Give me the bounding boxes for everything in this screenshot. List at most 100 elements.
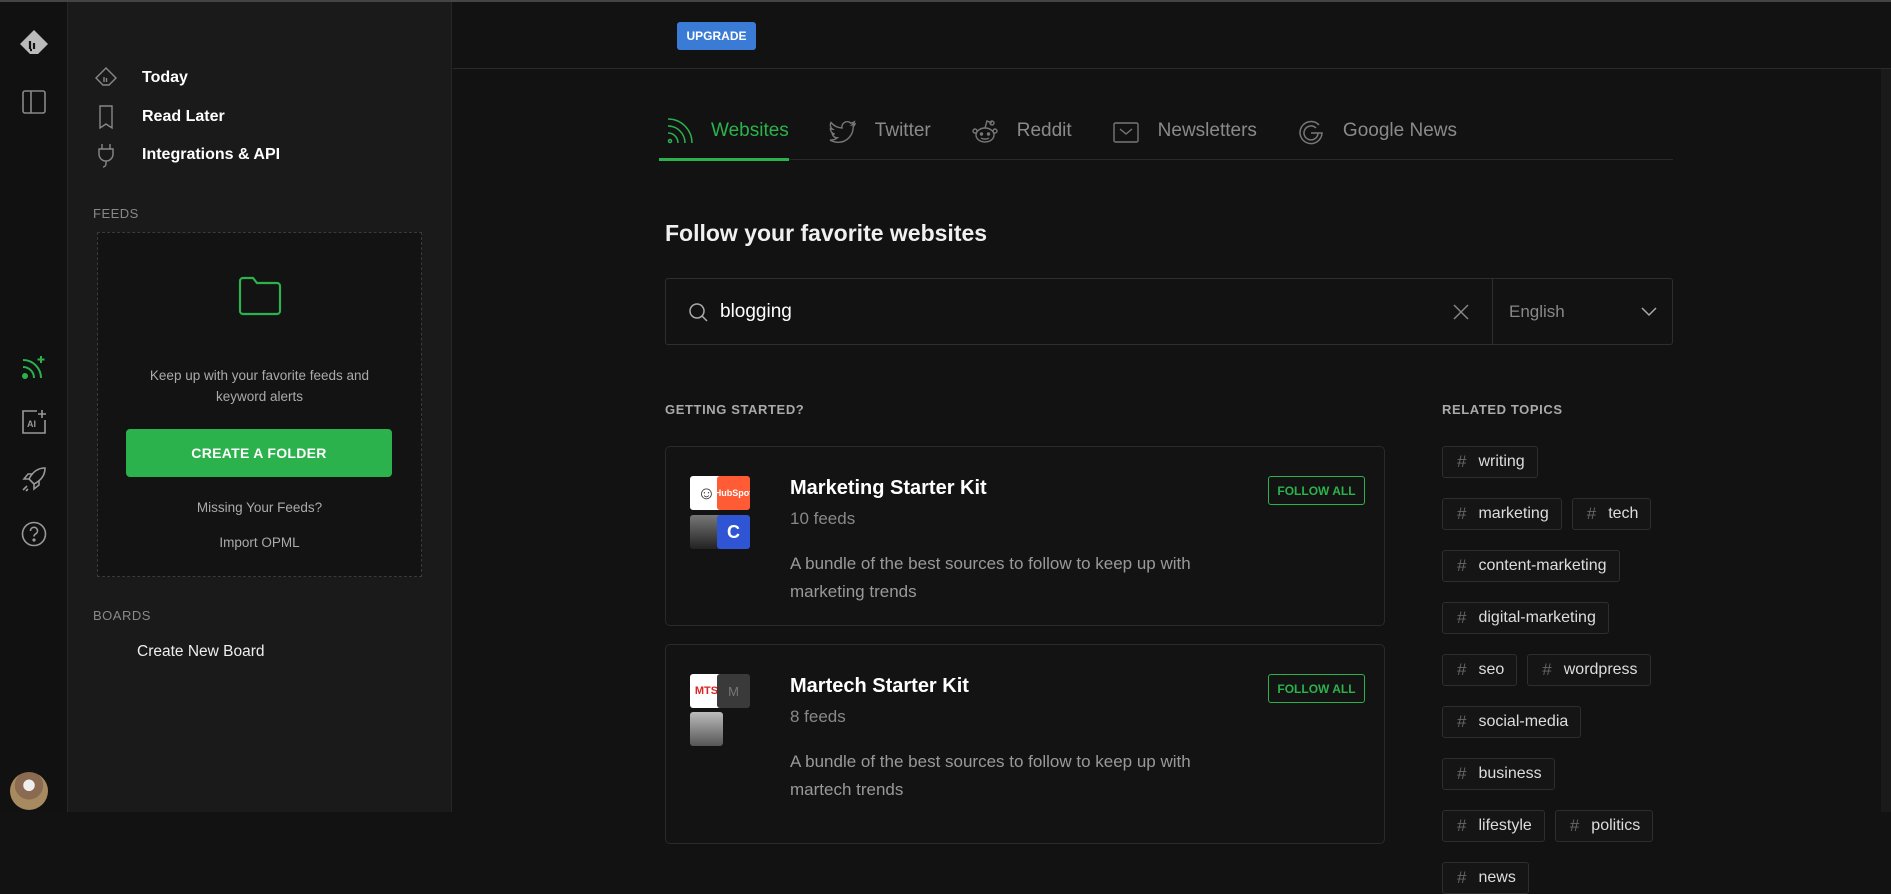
hash-icon: # [1457, 816, 1467, 835]
mail-icon [1112, 122, 1139, 143]
tab-label: Newsletters [1157, 120, 1257, 141]
page-title: Follow your favorite websites [665, 220, 988, 246]
hash-icon: # [1457, 712, 1467, 731]
hash-icon: # [1586, 504, 1597, 523]
import-opml-link[interactable]: Import OPML [98, 532, 421, 553]
rss-icon [667, 118, 693, 144]
topic-label: wordpress [1563, 661, 1638, 678]
twitter-icon [829, 120, 856, 144]
feeds-section-label: FEEDS [93, 206, 139, 221]
topic-tag[interactable]: # business [1442, 758, 1555, 790]
hash-icon: # [1457, 452, 1467, 471]
kit-title[interactable]: Martech Starter Kit [790, 675, 969, 698]
hash-icon: # [1569, 816, 1580, 835]
search-icon [689, 302, 708, 322]
topic-tag[interactable]: # politics [1554, 810, 1654, 842]
create-board-link[interactable]: Create New Board [137, 643, 265, 661]
topic-tag[interactable]: # writing [1442, 446, 1538, 478]
help-icon[interactable] [16, 516, 52, 552]
main-content: UPGRADE Websites Twitter Reddit Newslett… [453, 2, 1891, 894]
bookmark-icon [99, 105, 113, 130]
google-icon [1299, 120, 1323, 145]
hash-icon: # [1542, 660, 1552, 679]
hash-icon: # [1457, 556, 1467, 575]
follow-all-button[interactable]: FOLLOW ALL [1268, 674, 1365, 703]
scrollbar[interactable] [1881, 69, 1891, 812]
related-topics-label: RELATED TOPICS [1442, 402, 1563, 417]
tab-websites[interactable]: Websites [659, 118, 789, 161]
tab-label: Google News [1342, 120, 1457, 141]
create-folder-button[interactable]: CREATE A FOLDER [126, 429, 392, 477]
sidebar-item-integrations[interactable]: Integrations & API [92, 140, 280, 170]
boards-section-label: BOARDS [93, 608, 151, 623]
clear-icon[interactable] [1452, 303, 1470, 321]
kit-feed-count: 8 feeds [790, 707, 846, 726]
folder-icon [238, 276, 281, 316]
kit-card[interactable]: MTS M Martech Starter Kit 8 feeds A bund… [665, 644, 1385, 844]
kit-logo: HubSpot [717, 476, 750, 510]
tab-reddit[interactable]: Reddit [971, 120, 1072, 160]
hash-icon: # [1457, 660, 1467, 679]
svg-text:AI: AI [27, 419, 36, 429]
kit-card[interactable]: ☺ HubSpot C Marketing Starter Kit 10 fee… [665, 446, 1385, 626]
tab-twitter[interactable]: Twitter [829, 120, 931, 160]
kit-logo: M [717, 674, 750, 708]
icon-rail: AI [0, 2, 68, 812]
kit-title[interactable]: Marketing Starter Kit [790, 477, 987, 500]
getting-started-label: GETTING STARTED? [665, 402, 805, 417]
language-value: English [1509, 301, 1565, 321]
topic-tag[interactable]: # seo [1442, 654, 1518, 686]
search-input[interactable] [720, 279, 1452, 344]
layout-sidebar-icon[interactable] [16, 84, 52, 120]
plug-icon [98, 144, 114, 168]
sidebar-item-label: Read Later [142, 108, 225, 125]
kit-feed-count: 10 feeds [790, 509, 856, 528]
topic-label: business [1478, 765, 1542, 782]
topic-label: seo [1478, 661, 1505, 678]
hash-icon: # [1457, 868, 1467, 887]
reddit-icon [972, 120, 998, 143]
topic-tag[interactable]: # tech [1571, 498, 1652, 530]
topic-tag[interactable]: # lifestyle [1442, 810, 1545, 842]
chevron-down-icon [1641, 306, 1657, 316]
language-select[interactable]: English [1492, 279, 1672, 344]
rocket-icon[interactable] [16, 461, 52, 497]
today-icon [95, 67, 117, 86]
topic-tag[interactable]: # content-marketing [1442, 550, 1620, 582]
tab-newsletters[interactable]: Newsletters [1112, 120, 1257, 160]
tab-label: Websites [711, 120, 789, 141]
topic-label: politics [1591, 817, 1641, 834]
hash-icon: # [1457, 608, 1467, 627]
topic-label: content-marketing [1478, 557, 1607, 574]
topic-tag[interactable]: # news [1442, 862, 1529, 894]
hash-icon: # [1457, 504, 1467, 523]
ai-add-icon[interactable]: AI [16, 404, 52, 440]
topic-tag[interactable]: # marketing [1442, 498, 1562, 530]
sidebar-item-today[interactable]: Today [92, 63, 188, 93]
sidebar: Today Read Later Integrations & API FEED… [68, 2, 452, 812]
feedly-logo-icon[interactable] [16, 26, 52, 62]
sidebar-item-label: Today [142, 69, 188, 86]
sidebar-item-read-later[interactable]: Read Later [92, 102, 225, 132]
tab-label: Reddit [1016, 120, 1072, 141]
kit-description: A bundle of the best sources to follow t… [790, 554, 1191, 601]
topic-label: marketing [1478, 505, 1549, 522]
avatar[interactable] [10, 772, 48, 810]
rss-add-icon[interactable] [16, 349, 52, 385]
topic-label: news [1478, 869, 1516, 886]
follow-all-button[interactable]: FOLLOW ALL [1268, 476, 1365, 505]
topic-label: lifestyle [1478, 817, 1532, 834]
header: UPGRADE [453, 2, 1891, 69]
hash-icon: # [1457, 764, 1467, 783]
upgrade-button[interactable]: UPGRADE [677, 22, 756, 50]
tab-label: Twitter [874, 120, 931, 141]
topic-label: writing [1478, 453, 1525, 470]
topic-tag[interactable]: # wordpress [1527, 654, 1651, 686]
topic-tag[interactable]: # social-media [1442, 706, 1582, 738]
topic-label: tech [1608, 505, 1639, 522]
missing-feeds-link[interactable]: Missing Your Feeds? [98, 497, 421, 518]
tab-google-news[interactable]: Google News [1297, 120, 1457, 160]
kit-description: A bundle of the best sources to follow t… [790, 752, 1191, 799]
topic-tag[interactable]: # digital-marketing [1442, 602, 1609, 634]
topic-label: digital-marketing [1478, 609, 1596, 626]
